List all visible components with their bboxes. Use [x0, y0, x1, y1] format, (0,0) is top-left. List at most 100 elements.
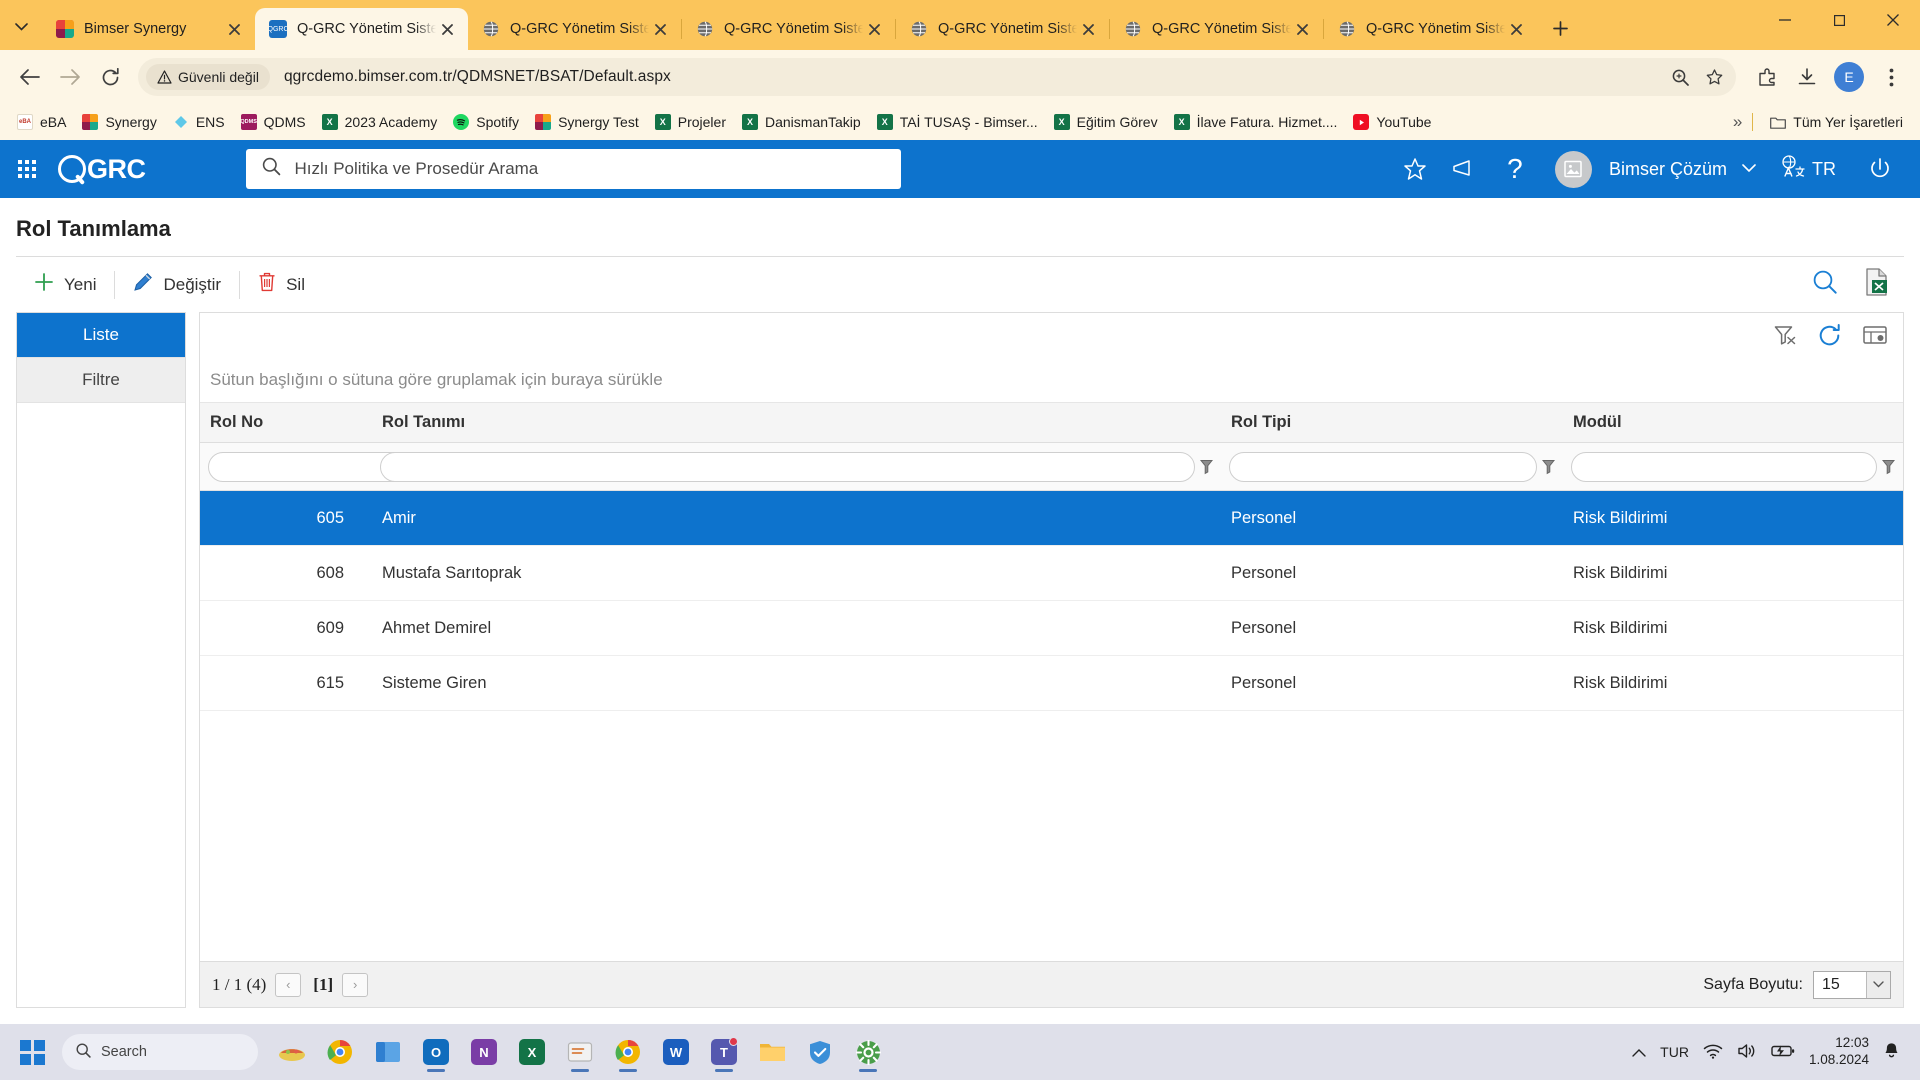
filter-funnel-icon[interactable] — [1877, 459, 1899, 475]
column-header-rol-tanimi[interactable]: Rol Tanımı — [372, 413, 1221, 432]
app-launcher-icon[interactable] — [18, 160, 36, 178]
refresh-icon[interactable] — [1818, 323, 1841, 347]
forward-button[interactable] — [50, 57, 90, 97]
help-icon[interactable]: ? — [1493, 147, 1537, 191]
taskbar-app-settings[interactable] — [846, 1030, 890, 1074]
taskbar-app-outlook[interactable]: O — [414, 1030, 458, 1074]
filter-input-rol-tipi[interactable] — [1229, 451, 1537, 482]
bookmark-item[interactable]: Synergy Test — [528, 110, 646, 134]
start-button[interactable] — [10, 1030, 54, 1074]
new-tab-button[interactable] — [1543, 11, 1577, 45]
all-bookmarks-item[interactable]: Tüm Yer İşaretleri — [1763, 110, 1910, 134]
address-bar[interactable]: Güvenli değil qgrcdemo.bimser.com.tr/QDM… — [138, 58, 1736, 96]
current-page-indicator[interactable]: [1] — [313, 975, 333, 995]
search-toggle-icon[interactable] — [1812, 269, 1838, 300]
bookmark-item[interactable]: QDMS QDMS — [234, 110, 313, 134]
bookmark-item[interactable]: ENS — [166, 110, 232, 134]
chevron-down-icon[interactable] — [1742, 160, 1756, 178]
favorites-star-icon[interactable] — [1393, 147, 1437, 191]
language-selector[interactable]: TR — [1780, 155, 1836, 183]
browser-tab[interactable]: Q-GRC Yönetim Siste — [468, 8, 681, 50]
browser-tab[interactable]: Q-GRC Yönetim Siste — [1324, 8, 1537, 50]
table-row[interactable]: 608 Mustafa Sarıtoprak Personel Risk Bil… — [200, 546, 1903, 601]
tab-search-dropdown-icon[interactable] — [4, 10, 38, 44]
taskbar-app-teams[interactable]: T — [702, 1030, 746, 1074]
taskbar-app-notes[interactable] — [558, 1030, 602, 1074]
taskbar-app-excel[interactable]: X — [510, 1030, 554, 1074]
filter-input-rol-tanimi[interactable] — [380, 451, 1195, 482]
table-row[interactable]: 605 Amir Personel Risk Bildirimi — [200, 491, 1903, 546]
browser-tab[interactable]: Bimser Synergy — [42, 8, 255, 50]
wifi-icon[interactable] — [1703, 1043, 1723, 1062]
column-header-rol-tipi[interactable]: Rol Tipi — [1221, 413, 1563, 432]
delete-button[interactable]: Sil — [240, 268, 323, 302]
close-icon[interactable] — [649, 18, 671, 40]
volume-icon[interactable] — [1737, 1043, 1757, 1062]
maximize-button[interactable] — [1812, 0, 1866, 40]
clear-filter-icon[interactable] — [1774, 325, 1796, 345]
logout-power-icon[interactable] — [1858, 147, 1902, 191]
bookmark-star-icon[interactable] — [1698, 61, 1730, 93]
tray-expand-icon[interactable] — [1632, 1044, 1646, 1060]
filter-funnel-icon[interactable] — [1195, 459, 1217, 475]
username-label[interactable]: Bimser Çözüm — [1609, 159, 1727, 180]
browser-tab[interactable]: Q-GRC Yönetim Siste — [682, 8, 895, 50]
filter-funnel-icon[interactable] — [1537, 459, 1559, 475]
bookmarks-overflow-icon[interactable]: » — [1733, 112, 1742, 132]
extensions-icon[interactable] — [1748, 58, 1786, 96]
keyboard-language-label[interactable]: TUR — [1660, 1044, 1689, 1060]
bookmark-item[interactable]: Spotify — [446, 110, 526, 134]
bookmark-item[interactable]: YouTube — [1346, 110, 1438, 134]
profile-avatar[interactable]: E — [1834, 62, 1864, 92]
column-header-rol-no[interactable]: Rol No — [200, 413, 372, 432]
sidebar-item-liste[interactable]: Liste — [17, 313, 185, 358]
edit-button[interactable]: Değiştir — [115, 268, 239, 302]
bookmark-item[interactable]: X DanismanTakip — [735, 110, 868, 134]
bookmark-item[interactable]: X İlave Fatura. Hizmet.... — [1167, 110, 1345, 134]
chrome-menu-icon[interactable] — [1872, 58, 1910, 96]
group-drop-hint[interactable]: Sütun başlığını o sütuna göre gruplamak … — [200, 357, 1903, 403]
taskbar-app-onenote[interactable]: N — [462, 1030, 506, 1074]
next-page-button[interactable]: › — [342, 972, 369, 997]
bookmark-item[interactable]: Synergy — [75, 110, 163, 134]
taskbar-app-chrome-1[interactable] — [318, 1030, 362, 1074]
clock[interactable]: 12:03 1.08.2024 — [1809, 1035, 1869, 1069]
close-icon[interactable] — [1291, 18, 1313, 40]
grid-settings-icon[interactable] — [1863, 325, 1887, 345]
export-excel-icon[interactable] — [1864, 268, 1890, 301]
close-icon[interactable] — [1077, 18, 1099, 40]
battery-icon[interactable] — [1771, 1044, 1795, 1061]
column-header-modul[interactable]: Modül — [1563, 413, 1903, 432]
quick-search-box[interactable] — [245, 149, 901, 189]
taskbar-app-word[interactable]: W — [654, 1030, 698, 1074]
close-icon[interactable] — [436, 18, 458, 40]
page-size-select[interactable]: 15 — [1813, 970, 1891, 999]
bookmark-item[interactable]: X TAİ TUSAŞ - Bimser... — [870, 110, 1045, 134]
taskbar-app-chrome-2[interactable] — [606, 1030, 650, 1074]
browser-tab[interactable]: Q-GRC Yönetim Siste — [1110, 8, 1323, 50]
app-logo[interactable]: GRC — [58, 154, 146, 185]
minimize-button[interactable] — [1758, 0, 1812, 40]
notification-bell-icon[interactable] — [1883, 1042, 1900, 1063]
taskbar-app-tasks[interactable] — [366, 1030, 410, 1074]
zoom-icon[interactable] — [1664, 61, 1696, 93]
close-icon[interactable] — [1505, 18, 1527, 40]
back-button[interactable] — [10, 57, 50, 97]
sidebar-item-filtre[interactable]: Filtre — [17, 358, 185, 403]
filter-input-modul[interactable] — [1571, 451, 1877, 482]
close-icon[interactable] — [863, 18, 885, 40]
reload-button[interactable] — [90, 57, 130, 97]
downloads-icon[interactable] — [1788, 58, 1826, 96]
browser-tab-active[interactable]: QGRC Q-GRC Yönetim Siste — [255, 8, 468, 50]
taskbar-app-security[interactable] — [798, 1030, 842, 1074]
search-input[interactable] — [294, 159, 885, 179]
taskbar-app-widget[interactable] — [270, 1030, 314, 1074]
close-window-button[interactable] — [1866, 0, 1920, 40]
site-security-badge[interactable]: Güvenli değil — [146, 64, 270, 90]
table-row[interactable]: 609 Ahmet Demirel Personel Risk Bildirim… — [200, 601, 1903, 656]
table-row[interactable]: 615 Sisteme Giren Personel Risk Bildirim… — [200, 656, 1903, 711]
announcements-megaphone-icon[interactable] — [1443, 147, 1487, 191]
prev-page-button[interactable]: ‹ — [275, 972, 302, 997]
bookmark-item[interactable]: X 2023 Academy — [315, 110, 445, 134]
new-button[interactable]: Yeni — [16, 268, 114, 302]
